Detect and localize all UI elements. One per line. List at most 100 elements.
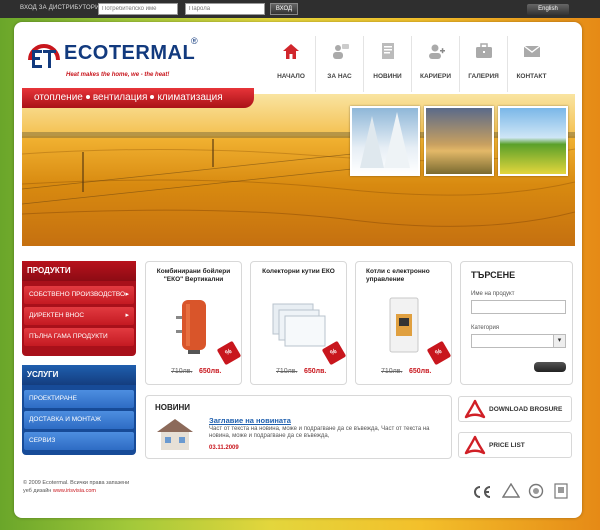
news-title-link[interactable]: Заглавие на новината [209,416,291,425]
nav-item-gallery[interactable]: ГАЛЕРИЯ [459,36,507,92]
mail-icon [523,45,541,57]
hero-services-band: отопление вентилация климатизация [22,88,254,108]
band-heating: отопление [34,92,83,103]
download-brochure-label: DOWNLOAD BROSURE [489,406,563,413]
tuv-logo-icon [502,483,520,498]
logo-tagline: Heat makes the home, we - the heat! [66,72,170,78]
thumb-sunset[interactable] [424,106,494,176]
logo-title: ECOTERMAL [64,42,196,64]
arrow-right-icon: ▸ [125,312,129,319]
quality-seal-icon [554,483,568,499]
product-title: Котли с електронно управление [366,268,430,283]
footer-copyright-block: © 2009 Ecotermal. Всички права запазени … [23,479,129,495]
menu-item-own-production[interactable]: СОБСТВЕНО ПРОИЗВОДСТВО ▸ [24,286,134,304]
nav-label-news: НОВИНИ [373,73,402,80]
nav-label-careers: КАРИЕРИ [419,73,451,80]
footer-copyright: © 2009 Ecotermal. Всички права запазени [23,480,130,486]
menu-item-delivery[interactable]: ДОСТАВКА И МОНТАЖ [24,411,134,429]
nav-label-about: ЗА НАС [327,73,352,80]
new-price: 650лв. [409,368,432,375]
search-button[interactable] [534,362,566,372]
product-card[interactable]: Котли с електронно управление % 710лв. 65… [355,261,452,385]
old-price: 710лв. [276,368,298,375]
nav-label-gallery: ГАЛЕРИЯ [468,73,499,80]
menu-item-direct-import[interactable]: ДИРЕКТЕН ВНОС ▸ [24,307,134,325]
band-ventilation: вентилация [92,92,148,103]
nav-label-contact: КОНТАКТ [516,73,547,80]
news-icon [382,43,394,59]
product-name-label: Име на продукт [471,291,515,297]
menu-item-design-label: ПРОЕКТИРАНЕ [29,395,77,402]
category-label: Категория [471,325,500,331]
nav-item-contact[interactable]: КОНТАКТ [507,36,555,92]
band-air-conditioning: климатизация [157,92,223,103]
news-panel: НОВИНИ Заглавие на новината Част от текс… [145,395,452,459]
career-icon [429,44,445,59]
nav-item-careers[interactable]: КАРИЕРИ [411,36,459,92]
password-input[interactable] [185,3,265,15]
briefcase-icon [476,43,492,58]
menu-item-own-production-label: СОБСТВЕНО ПРОИЗВОДСТВО [29,291,126,298]
download-brochure-button[interactable]: DOWNLOAD BROSURE [458,396,572,422]
menu-item-delivery-label: ДОСТАВКА И МОНТАЖ [29,416,102,423]
price-list-button[interactable]: PRICE LIST [458,432,572,458]
nav-label-home: НАЧАЛО [277,73,305,80]
category-select[interactable]: ▾ [471,334,566,348]
logo-mark-icon [28,44,60,68]
products-menu: ПРОДУКТИ СОБСТВЕНО ПРОИЗВОДСТВО ▸ ДИРЕКТЕ… [22,261,136,356]
menu-item-full-range-label: ПЪЛНА ГАМА ПРОДУКТИ [29,333,108,340]
discount-badge: % [426,340,452,366]
product-card[interactable]: Комбинирани бойлери "ЕКО" Вертикални % 71… [145,261,242,385]
services-menu-title: УСЛУГИ [22,365,136,385]
news-heading: НОВИНИ [155,403,191,412]
hero-banner [22,94,575,246]
product-card[interactable]: Колекторни кутии ЕКО % 710лв. 650лв. [250,261,347,385]
news-excerpt: Част от текста на новина, може и подрагв… [209,426,430,439]
logo-registered-mark: ® [191,36,198,46]
band-separator [85,95,90,100]
language-button[interactable]: English [527,4,569,15]
chevron-down-icon: ▾ [553,335,565,347]
arrow-right-icon: ▸ [125,291,129,298]
search-panel: ТЪРСЕНЕ Име на продукт Категория ▾ [460,261,573,385]
nav-item-home[interactable]: НАЧАЛО [267,36,315,92]
pdf-icon [464,435,486,455]
certification-icon [528,483,544,499]
username-input[interactable] [98,3,178,15]
thumb-spring[interactable] [498,106,568,176]
page-container: ECOTERMAL ® Heat makes the home, we - th… [14,22,582,518]
people-icon [333,44,349,59]
home-icon [283,44,299,59]
nav-item-about[interactable]: ЗА НАС [315,36,363,92]
footer-design-link[interactable]: www.irisvisia.com [53,488,96,494]
products-menu-title: ПРОДУКТИ [22,261,136,281]
ce-mark-icon [474,486,491,498]
menu-item-design[interactable]: ПРОЕКТИРАНЕ [24,390,134,408]
snow-tree-icon [360,112,410,168]
services-menu: УСЛУГИ ПРОЕКТИРАНЕ ДОСТАВКА И МОНТАЖ СЕР… [22,365,136,455]
house-image [157,419,193,450]
pdf-icon [464,399,486,419]
menu-item-service[interactable]: СЕРВИЗ [24,432,134,450]
discount-badge: % [216,340,242,366]
top-bar: ВХОД ЗА ДИСТРИБУТОРИ ВХОД English [0,0,600,18]
price-list-label: PRICE LIST [489,442,525,449]
thumb-winter[interactable] [350,106,420,176]
collector-box-image [272,303,326,347]
logo[interactable]: ECOTERMAL ® Heat makes the home, we - th… [26,34,226,94]
news-date: 03.11.2009 [209,445,239,451]
product-name-input[interactable] [471,300,566,314]
menu-item-service-label: СЕРВИЗ [29,437,56,444]
main-nav: НАЧАЛО ЗА НАС НОВИНИ КАРИЕРИ ГАЛЕРИЯ КОН… [267,36,555,92]
distributor-login-label: ВХОД ЗА ДИСТРИБУТОРИ [20,5,100,11]
nav-item-news[interactable]: НОВИНИ [363,36,411,92]
old-price: 710лв. [381,368,403,375]
login-button[interactable]: ВХОД [270,3,298,15]
old-price: 710лв. [171,368,193,375]
product-title: Комбинирани бойлери "ЕКО" Вертикални [156,268,231,283]
footer-design-line: уеб дизайн www.irisvisia.com [23,488,96,494]
menu-item-full-range[interactable]: ПЪЛНА ГАМА ПРОДУКТИ [24,328,134,346]
new-price: 650лв. [304,368,327,375]
boiler-image [176,300,206,354]
product-title: Колекторни кутии ЕКО [262,268,335,275]
